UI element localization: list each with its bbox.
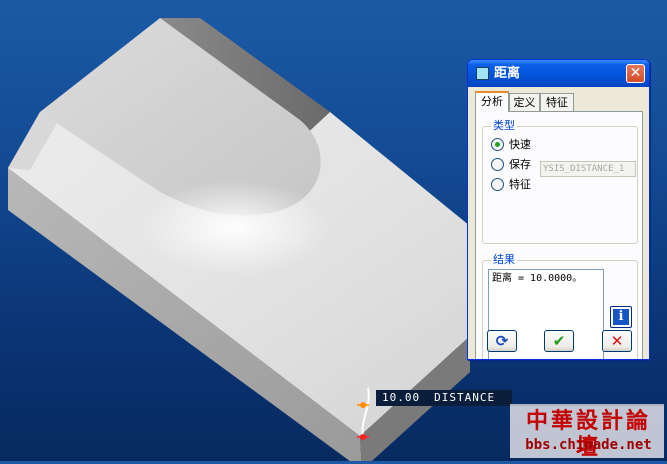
dimension-label: 10.00 DISTANCE [376,390,512,406]
watermark: 中華設計論壇 bbs.chinade.net [510,404,664,460]
distance-dialog: 距离 ✕ 分析 定义 特征 类型 快速 保存 特征 YSIS_DISTANCE_… [467,59,650,360]
repeat-button[interactable]: ⟳ [487,330,517,352]
dialog-title-bar[interactable]: 距离 ✕ [468,60,649,87]
close-button[interactable]: ✕ [626,64,645,83]
radio-feature-button[interactable] [491,177,504,191]
radio-quick-button[interactable] [491,137,504,151]
radio-quick-label: 快速 [509,138,531,151]
type-group: 类型 快速 保存 特征 YSIS_DISTANCE_1 [482,119,638,244]
tab-feature[interactable]: 特征 [540,93,574,111]
radio-feature[interactable]: 特征 [491,177,531,193]
dialog-title: 距离 [494,66,521,81]
radio-save-button[interactable] [491,157,504,171]
dimension-value: 10.00 [382,391,421,404]
info-button[interactable]: i [610,306,632,328]
type-group-label: 类型 [491,119,517,133]
watermark-url: bbs.chinade.net [525,437,652,453]
result-group-label: 结果 [491,253,517,267]
info-icon: i [613,309,629,325]
window-icon [476,67,489,80]
cancel-button[interactable]: ✕ [602,330,632,352]
tab-panel: 类型 快速 保存 特征 YSIS_DISTANCE_1 结果 距离 = 10.0… [475,111,643,359]
analysis-name-field[interactable]: YSIS_DISTANCE_1 [540,161,636,177]
ok-button[interactable]: ✔ [544,330,574,352]
tab-analysis[interactable]: 分析 [475,91,509,112]
highlight [140,180,330,276]
radio-save[interactable]: 保存 [491,157,531,173]
radio-quick[interactable]: 快速 [491,137,531,153]
radio-feature-label: 特征 [509,178,531,191]
dimension-text: DISTANCE [434,391,496,404]
tab-definition[interactable]: 定义 [509,93,540,111]
radio-save-label: 保存 [509,158,531,171]
